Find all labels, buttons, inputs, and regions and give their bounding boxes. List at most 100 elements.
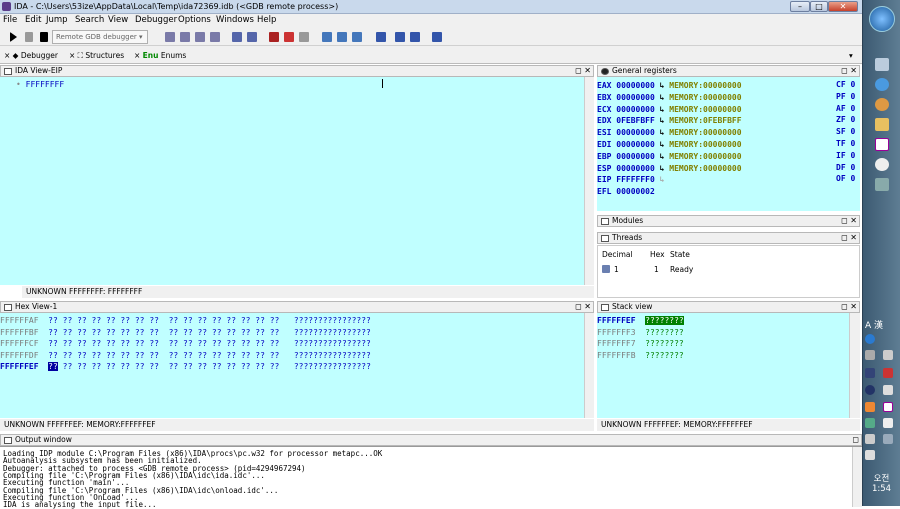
delete-breakpoint-icon[interactable] [299, 32, 309, 42]
register-row[interactable]: ECX 00000000 ↳ MEMORY:00000000 [597, 104, 742, 115]
flag-row[interactable]: CF 0 [836, 80, 855, 89]
threads-window-controls[interactable]: ◻ ✕ [841, 233, 857, 243]
register-value[interactable]: 00000002 [616, 187, 655, 196]
register-row[interactable]: EIP FFFFFFF0 ↳ [597, 174, 664, 185]
tab-menu-icon[interactable]: ▾ [849, 49, 853, 62]
menu-edit[interactable]: Edit [25, 15, 41, 25]
hex-row[interactable]: FFFFFFDF ?? ?? ?? ?? ?? ?? ?? ?? ?? ?? ?… [0, 350, 371, 361]
menu-view[interactable]: View [108, 15, 128, 25]
tray-icon-6[interactable] [865, 418, 875, 428]
stack-value[interactable]: ???????? [645, 316, 684, 325]
debugger-select[interactable]: Remote GDB debugger ▾ [52, 30, 148, 44]
flag-row[interactable]: IF 0 [836, 151, 855, 160]
trace-func-icon[interactable] [352, 32, 362, 42]
stack-row[interactable]: FFFFFFF3 ???????? [597, 327, 684, 338]
flag-row[interactable]: AF 0 [836, 104, 855, 113]
trace-instr-icon[interactable] [337, 32, 347, 42]
volume-icon[interactable] [865, 450, 875, 460]
step-out-icon[interactable] [210, 32, 220, 42]
register-value[interactable]: 0FEBFBFF [616, 116, 655, 125]
minimize-button[interactable]: – [790, 1, 810, 12]
tray-icon-3[interactable] [883, 368, 893, 378]
onenote-icon[interactable] [875, 138, 889, 151]
tray-icon-5[interactable] [865, 402, 875, 412]
register-value[interactable]: 00000000 [616, 140, 655, 149]
register-row[interactable]: EAX 00000000 ↳ MEMORY:00000000 [597, 80, 742, 91]
hex-row[interactable]: FFFFFFAF ?? ?? ?? ?? ?? ?? ?? ?? ?? ?? ?… [0, 315, 371, 326]
register-ref[interactable]: MEMORY:00000000 [669, 81, 741, 90]
flag-value[interactable]: 0 [850, 115, 855, 124]
stack-value[interactable]: ???????? [645, 328, 684, 337]
stack-value[interactable]: ???????? [645, 339, 684, 348]
segments-icon[interactable] [376, 32, 386, 42]
hex-bytes[interactable]: ?? ?? ?? ?? ?? ?? ?? ?? ?? ?? ?? ?? ?? ?… [48, 316, 279, 325]
tab-debugger[interactable]: × ◆ Debugger [4, 49, 58, 62]
hex-bytes[interactable]: ?? ?? ?? ?? ?? ?? ?? ?? ?? ?? ?? ?? ?? ?… [58, 362, 280, 371]
taskbar-clock[interactable]: 오전 1:54 [863, 472, 900, 494]
hex-row[interactable]: FFFFFFBF ?? ?? ?? ?? ?? ?? ?? ?? ?? ?? ?… [0, 327, 371, 338]
hex-row[interactable]: FFFFFFCF ?? ?? ?? ?? ?? ?? ?? ?? ?? ?? ?… [0, 338, 371, 349]
stack-icon[interactable] [247, 32, 257, 42]
ida-view-window-controls[interactable]: ◻ ✕ [575, 66, 591, 76]
stop-icon[interactable] [40, 32, 48, 42]
flag-row[interactable]: PF 0 [836, 92, 855, 101]
ida-taskbar-icon[interactable] [875, 158, 889, 171]
list-icon[interactable] [395, 32, 405, 42]
registers-window-controls[interactable]: ◻ ✕ [841, 66, 857, 76]
menu-help[interactable]: Help [257, 15, 276, 25]
hex-bytes[interactable]: ?? ?? ?? ?? ?? ?? ?? ?? ?? ?? ?? ?? ?? ?… [48, 339, 279, 348]
tray-icon-4[interactable] [883, 385, 893, 395]
onenote-tray-icon[interactable] [883, 402, 893, 412]
register-row[interactable]: EDI 00000000 ↳ MEMORY:00000000 [597, 139, 742, 150]
stack-row[interactable]: FFFFFFEF ???????? [597, 315, 684, 326]
flag-value[interactable]: 0 [850, 163, 855, 172]
hex-view-window-controls[interactable]: ◻ ✕ [575, 302, 591, 312]
register-ref[interactable]: MEMORY:00000000 [669, 140, 741, 149]
signal-icon[interactable] [883, 434, 893, 444]
play-icon[interactable] [10, 32, 17, 42]
names-icon[interactable] [432, 32, 442, 42]
tray-icon[interactable] [865, 350, 875, 360]
register-value[interactable]: 00000000 [616, 105, 655, 114]
bluetooth-icon[interactable] [865, 385, 875, 395]
start-orb-icon[interactable] [869, 6, 895, 32]
menu-windows[interactable]: Windows [216, 15, 254, 25]
ie-icon[interactable] [875, 78, 889, 91]
run-to-cursor-icon[interactable] [195, 32, 205, 42]
menu-file[interactable]: File [3, 15, 17, 25]
flag-value[interactable]: 0 [850, 127, 855, 136]
register-ref[interactable]: MEMORY:00000000 [669, 152, 741, 161]
ime-indicator[interactable]: A 漢 [865, 318, 883, 331]
register-row[interactable]: EBX 00000000 ↳ MEMORY:00000000 [597, 92, 742, 103]
step-over-icon[interactable] [180, 32, 190, 42]
register-value[interactable]: 00000000 [616, 93, 655, 102]
trace-icon[interactable] [322, 32, 332, 42]
flag-row[interactable]: OF 0 [836, 174, 855, 183]
help-icon[interactable] [865, 334, 875, 344]
output-window[interactable]: Loading IDP module C:\Program Files (x86… [0, 446, 862, 508]
tab-enums[interactable]: × Enu Enums [134, 49, 186, 62]
menu-jump[interactable]: Jump [46, 15, 68, 25]
output-window-controls[interactable]: ◻ [852, 435, 859, 445]
register-ref[interactable]: MEMORY:00000000 [669, 164, 741, 173]
ida-view-pane[interactable] [0, 77, 584, 285]
flag-row[interactable]: DF 0 [836, 163, 855, 172]
flag-row[interactable]: ZF 0 [836, 115, 855, 124]
hex-bytes[interactable]: ?? ?? ?? ?? ?? ?? ?? ?? ?? ?? ?? ?? ?? ?… [48, 351, 279, 360]
step-into-icon[interactable] [165, 32, 175, 42]
stack-row[interactable]: FFFFFFFB ???????? [597, 350, 684, 361]
menu-debugger[interactable]: Debugger [135, 15, 177, 25]
register-row[interactable]: EDX 0FEBFBFF ↳ MEMORY:0FEBFBFF [597, 115, 742, 126]
flag-value[interactable]: 0 [850, 104, 855, 113]
register-row[interactable]: ESP 00000000 ↳ MEMORY:00000000 [597, 163, 742, 174]
flag-icon[interactable] [883, 418, 893, 428]
flag-value[interactable]: 0 [850, 92, 855, 101]
ida-view-scrollbar[interactable] [584, 77, 594, 285]
register-value[interactable]: 00000000 [616, 164, 655, 173]
menu-search[interactable]: Search [75, 15, 104, 25]
breakpoint-list-icon[interactable] [284, 32, 294, 42]
flag-value[interactable]: 0 [850, 139, 855, 148]
register-ref[interactable]: MEMORY:00000000 [669, 93, 741, 102]
register-ref[interactable]: MEMORY:00000000 [669, 105, 741, 114]
breakpoint-icon[interactable] [269, 32, 279, 42]
